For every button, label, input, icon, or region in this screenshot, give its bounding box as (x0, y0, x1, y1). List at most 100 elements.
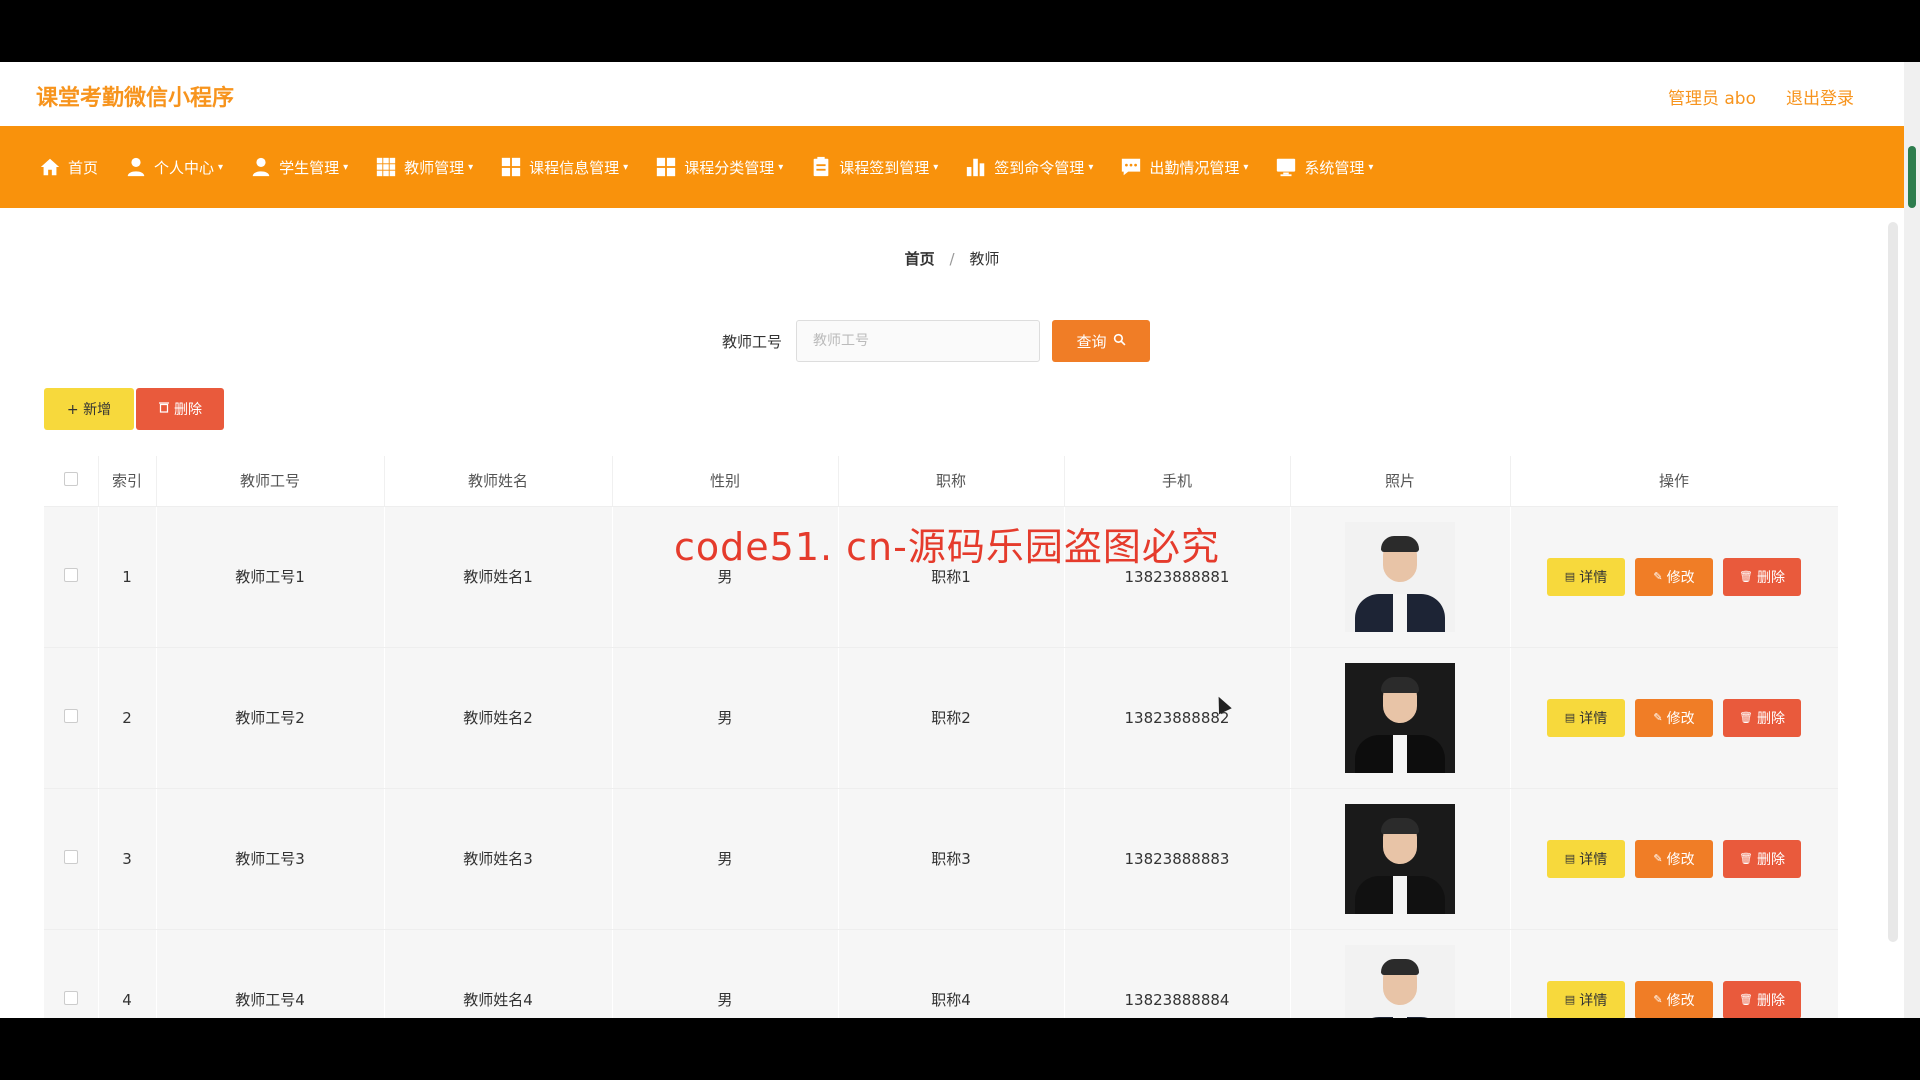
nav-label: 学生管理 (279, 158, 340, 177)
column-header: 操作 (1510, 456, 1838, 507)
edit-label: 修改 (1666, 992, 1695, 1009)
nav-label: 个人中心 (154, 158, 215, 177)
edit-label: 修改 (1666, 851, 1695, 868)
home-icon (38, 155, 62, 179)
teacher-photo[interactable] (1345, 944, 1455, 1018)
window-scrollbar[interactable] (1904, 62, 1920, 1018)
delete-label: 删除 (1756, 710, 1785, 727)
detail-label: 详情 (1579, 851, 1608, 868)
cell-gender: 男 (612, 647, 839, 789)
trash-icon: 🗑 (1739, 570, 1753, 583)
search-bar: 教师工号 查询 (722, 320, 1151, 362)
cell-teacher-name: 教师姓名1 (384, 506, 613, 648)
page-scrollbar[interactable] (1888, 222, 1898, 942)
edit-icon: ✎ (1653, 993, 1663, 1006)
breadcrumb-separator: / (949, 250, 955, 268)
cell-operations: ▤ 详情 ✎ 修改 🗑 删除 (1510, 506, 1838, 648)
delete-button[interactable]: 🗑 删除 (1723, 698, 1801, 737)
detail-label: 详情 (1579, 992, 1608, 1009)
delete-button[interactable]: 🗑 删除 (1723, 557, 1801, 596)
edit-button[interactable]: ✎ 修改 (1635, 839, 1713, 878)
nav-label: 课程信息管理 (529, 158, 620, 177)
cell-title: 职称2 (838, 647, 1065, 789)
teacher-photo[interactable] (1345, 521, 1455, 632)
chevron-down-icon: ▾ (343, 161, 349, 173)
nav-label: 课程分类管理 (684, 158, 775, 177)
nav-item-course-info-management[interactable]: 课程信息管理 ▾ (499, 155, 628, 179)
trash-icon (158, 401, 170, 417)
cell-teacher-id: 教师工号4 (156, 929, 385, 1018)
batch-delete-button[interactable]: 删除 (136, 388, 224, 430)
nav-item-personal-center[interactable]: 个人中心 ▾ (124, 155, 223, 179)
user-icon (124, 155, 148, 179)
delete-button[interactable]: 🗑 删除 (1723, 980, 1801, 1018)
message-icon (1119, 155, 1143, 179)
window-scrollbar-thumb[interactable] (1908, 146, 1916, 208)
row-checkbox[interactable] (44, 506, 99, 648)
grid-icon (499, 155, 523, 179)
row-checkbox[interactable] (44, 647, 99, 789)
current-user-label[interactable]: 管理员 abo (1668, 84, 1756, 109)
edit-button[interactable]: ✎ 修改 (1635, 557, 1713, 596)
nav-label: 系统管理 (1304, 158, 1365, 177)
delete-label: 删除 (1756, 992, 1785, 1009)
nav-item-system-management[interactable]: 系统管理 ▾ (1274, 155, 1373, 179)
teacher-photo[interactable] (1345, 662, 1455, 773)
table-row: 2 教师工号2 教师姓名2 男 职称2 13823888882 ▤ 详情 ✎ 修… (44, 647, 1838, 789)
add-button[interactable]: + 新增 (44, 388, 134, 430)
column-header: 性别 (612, 456, 839, 507)
nav-label: 签到命令管理 (994, 158, 1085, 177)
delete-button[interactable]: 🗑 删除 (1723, 839, 1801, 878)
cell-teacher-name: 教师姓名4 (384, 929, 613, 1018)
nav-item-teacher-management[interactable]: 教师管理 ▾ (374, 155, 473, 179)
detail-button[interactable]: ▤ 详情 (1547, 698, 1625, 737)
cell-phone: 13823888882 (1064, 647, 1291, 789)
nav-item-student-management[interactable]: 学生管理 ▾ (249, 155, 348, 179)
cell-teacher-name: 教师姓名2 (384, 647, 613, 789)
row-checkbox[interactable] (44, 929, 99, 1018)
nav-item-checkin-command-management[interactable]: 签到命令管理 ▾ (964, 155, 1093, 179)
detail-button[interactable]: ▤ 详情 (1547, 980, 1625, 1018)
select-all-checkbox[interactable] (44, 456, 99, 507)
batch-delete-label: 删除 (174, 402, 202, 418)
row-checkbox[interactable] (44, 788, 99, 930)
edit-button[interactable]: ✎ 修改 (1635, 980, 1713, 1018)
column-header: 职称 (838, 456, 1065, 507)
cell-index: 1 (98, 506, 157, 648)
nav-item-attendance-management[interactable]: 出勤情况管理 ▾ (1119, 155, 1248, 179)
column-header: 照片 (1290, 456, 1511, 507)
column-header: 手机 (1064, 456, 1291, 507)
breadcrumb: 首页 / 教师 (0, 248, 1904, 269)
grid-icon (374, 155, 398, 179)
edit-icon: ✎ (1653, 852, 1663, 865)
nav-item-course-category-management[interactable]: 课程分类管理 ▾ (654, 155, 783, 179)
chevron-down-icon: ▾ (778, 161, 784, 173)
delete-label: 删除 (1756, 851, 1785, 868)
chevron-down-icon: ▾ (1368, 161, 1374, 173)
edit-label: 修改 (1666, 569, 1695, 586)
edit-button[interactable]: ✎ 修改 (1635, 698, 1713, 737)
main-nav: 首页 个人中心 ▾ 学生管理 ▾ 教师管理 ▾ 课程信息管理 ▾ 课程分类管理 … (0, 126, 1904, 208)
detail-label: 详情 (1579, 569, 1608, 586)
nav-item-home[interactable]: 首页 (38, 155, 98, 179)
teacher-id-search-input[interactable] (796, 320, 1041, 362)
app-title: 课堂考勤微信小程序 (36, 86, 235, 111)
detail-button[interactable]: ▤ 详情 (1547, 557, 1625, 596)
cell-index: 2 (98, 647, 157, 789)
cell-photo (1290, 929, 1511, 1018)
table-row: 4 教师工号4 教师姓名4 男 职称4 13823888884 ▤ 详情 ✎ 修… (44, 929, 1838, 1018)
teacher-photo[interactable] (1345, 803, 1455, 914)
detail-button[interactable]: ▤ 详情 (1547, 839, 1625, 878)
cell-teacher-id: 教师工号3 (156, 788, 385, 930)
edit-label: 修改 (1666, 710, 1695, 727)
nav-label: 教师管理 (404, 158, 465, 177)
search-button[interactable]: 查询 (1052, 320, 1151, 362)
breadcrumb-home[interactable]: 首页 (905, 250, 935, 268)
logout-link[interactable]: 退出登录 (1786, 84, 1854, 109)
nav-item-course-checkin-management[interactable]: 课程签到管理 ▾ (809, 155, 938, 179)
detail-label: 详情 (1579, 710, 1608, 727)
cell-gender: 男 (612, 929, 839, 1018)
cell-photo (1290, 647, 1511, 789)
cell-index: 4 (98, 929, 157, 1018)
trash-icon: 🗑 (1739, 711, 1753, 724)
